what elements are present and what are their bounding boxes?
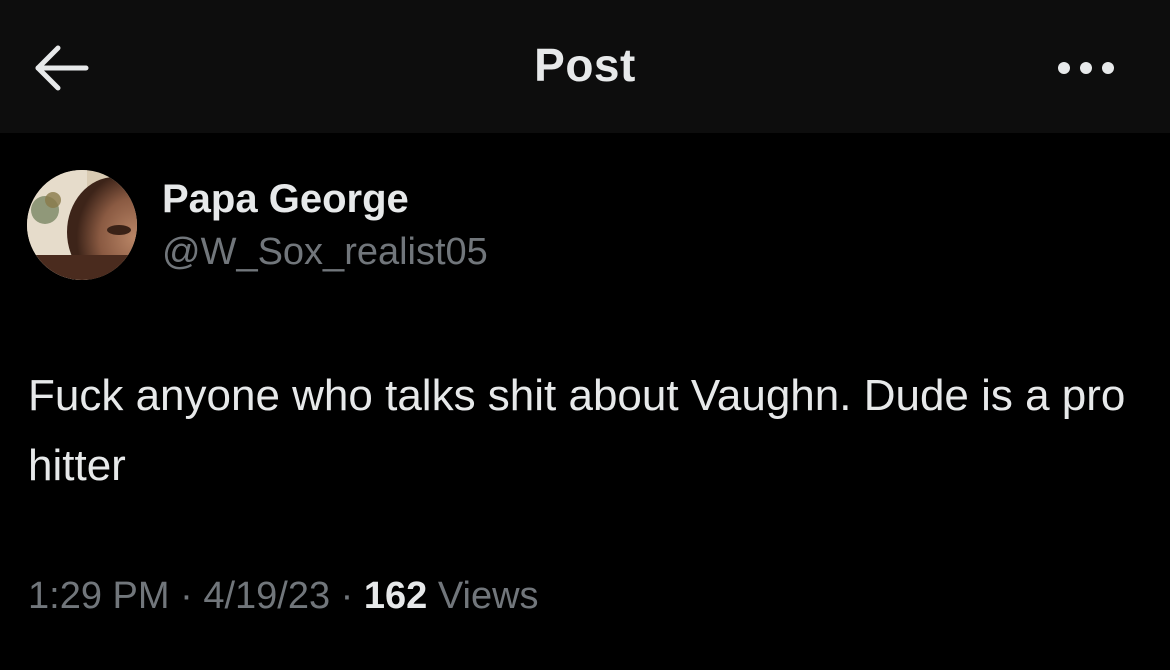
more-options-button[interactable] [1054, 52, 1118, 84]
avatar-image [27, 170, 137, 280]
author-display-name[interactable]: Papa George [162, 177, 409, 222]
views-label[interactable]: Views [438, 575, 539, 617]
top-bar: Post [0, 0, 1170, 133]
more-horizontal-icon [1058, 62, 1114, 74]
meta-separator: · [180, 575, 193, 617]
post-text: Fuck anyone who talks shit about Vaughn.… [28, 371, 1126, 490]
views-count[interactable]: 162 [364, 575, 427, 617]
post-time[interactable]: 1:29 PM [28, 575, 170, 617]
post-date[interactable]: 4/19/23 [203, 575, 330, 617]
post-detail: Papa George @W_Sox_realist05 Fuck anyone… [0, 133, 1170, 670]
post-metadata: 1:29 PM · 4/19/23 · 162 Views [28, 575, 539, 618]
page-title: Post [534, 39, 636, 91]
avatar[interactable] [27, 170, 137, 280]
author-handle[interactable]: @W_Sox_realist05 [162, 231, 488, 274]
meta-separator: · [340, 575, 354, 617]
